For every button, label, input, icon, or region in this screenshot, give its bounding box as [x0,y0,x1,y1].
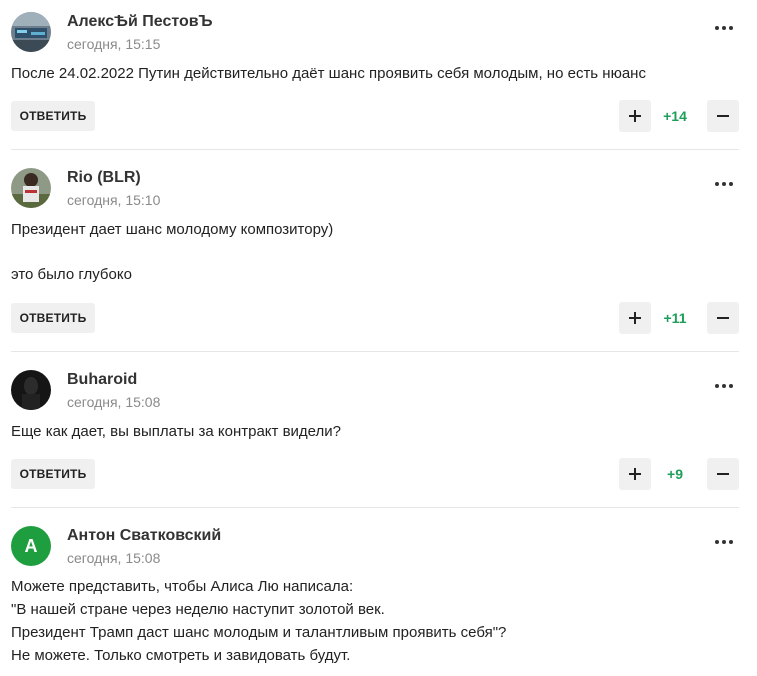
avatar[interactable] [11,370,51,410]
downvote-button[interactable] [707,458,739,490]
more-dots-icon[interactable] [709,18,739,38]
avatar-letter: А [24,535,38,556]
vote-score: +14 [663,108,687,124]
minus-icon [717,473,729,475]
comment-author[interactable]: Rio (BLR) [67,169,141,187]
minus-icon [717,115,729,117]
downvote-button[interactable] [707,302,739,334]
more-dots-icon[interactable] [709,174,739,194]
comment-time: сегодня, 15:08 [67,394,161,410]
vote-score: +11 [663,310,687,326]
comment-text: Президент Трамп даст шанс молодым и тала… [11,624,507,641]
divider [11,149,739,150]
comment-text: После 24.02.2022 Путин действительно даё… [11,65,646,82]
comment-author[interactable]: Buharoid [67,371,137,389]
reply-button[interactable]: ОТВЕТИТЬ [11,303,95,333]
avatar[interactable] [11,12,51,52]
comment-item: Buharoid сегодня, 15:08 Еще как дает, вы… [11,370,739,495]
comment-time: сегодня, 15:10 [67,192,161,208]
comment-text: это было глубоко [11,266,132,283]
comment-text: Еще как дает, вы выплаты за контракт вид… [11,423,341,440]
comment-author[interactable]: АлексѢй ПестовЪ [67,13,213,31]
avatar[interactable] [11,168,51,208]
plus-icon [629,312,641,324]
comment-text: "В нашей стране через неделю наступит зо… [11,601,385,618]
reply-button[interactable]: ОТВЕТИТЬ [11,101,95,131]
comment-time: сегодня, 15:08 [67,550,161,566]
vote-score: +9 [667,466,683,482]
upvote-button[interactable] [619,100,651,132]
plus-icon [629,110,641,122]
reply-button[interactable]: ОТВЕТИТЬ [11,459,95,489]
more-dots-icon[interactable] [709,532,739,552]
upvote-button[interactable] [619,302,651,334]
comment-author[interactable]: Антон Сватковский [67,527,221,545]
divider [11,507,739,508]
divider [11,351,739,352]
upvote-button[interactable] [619,458,651,490]
downvote-button[interactable] [707,100,739,132]
comment-time: сегодня, 15:15 [67,36,161,52]
plus-icon [629,468,641,480]
comment-item: А Антон Сватковский сегодня, 15:08 Может… [11,526,739,671]
comment-text: Можете представить, чтобы Алиса Лю напис… [11,578,354,595]
avatar[interactable]: А [11,526,51,566]
more-dots-icon[interactable] [709,376,739,396]
comment-item: Rio (BLR) сегодня, 15:10 Президент дает … [11,168,739,338]
comment-text: Не можете. Только смотреть и завидовать … [11,647,351,664]
minus-icon [717,317,729,319]
comment-text: Президент дает шанс молодому композитору… [11,221,334,238]
comment-item: АлексѢй ПестовЪ сегодня, 15:15 После 24.… [11,12,739,137]
